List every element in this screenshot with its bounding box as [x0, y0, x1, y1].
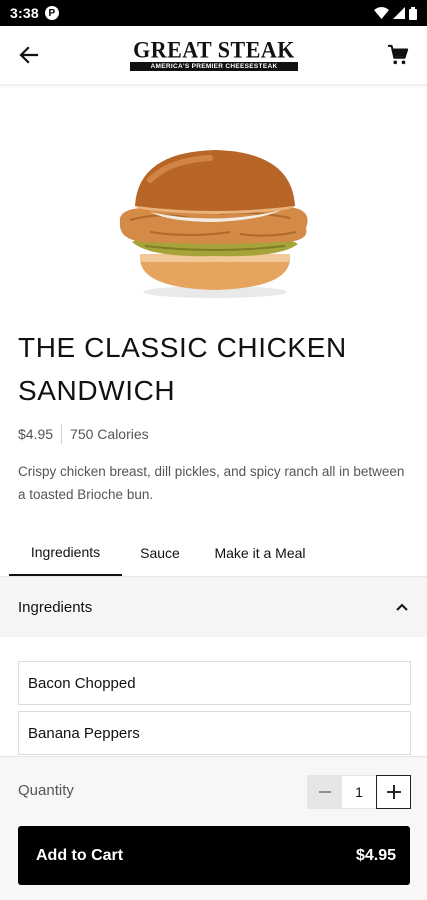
- notification-app-icon: P: [44, 6, 59, 20]
- status-icons: [374, 6, 417, 20]
- accordion-title: Ingredients: [18, 598, 93, 616]
- ingredients-accordion-header[interactable]: Ingredients: [0, 577, 427, 637]
- header-shadow: [0, 84, 427, 88]
- meta-divider: [61, 424, 63, 444]
- arrow-left-icon: [19, 46, 39, 64]
- product-title: THE CLASSIC CHICKEN SANDWICH: [18, 332, 347, 406]
- status-bar: 3:38 P: [0, 0, 427, 26]
- cart-button[interactable]: [383, 40, 413, 70]
- cart-icon: [387, 44, 409, 65]
- product-price: $4.95: [18, 426, 54, 442]
- product-calories: 750 Calories: [70, 426, 149, 442]
- back-button[interactable]: [14, 40, 44, 70]
- battery-icon: [409, 6, 417, 20]
- quantity-value: 1: [342, 775, 376, 809]
- add-to-cart-price: $4.95: [355, 846, 396, 864]
- quantity-stepper: 1: [307, 775, 411, 809]
- quantity-label: Quantity: [18, 782, 74, 799]
- ingredient-option-banana-peppers[interactable]: Banana Peppers: [18, 711, 411, 755]
- product-image: [119, 150, 308, 298]
- wifi-icon: [374, 7, 389, 19]
- tab-ingredients[interactable]: Ingredients: [9, 530, 122, 576]
- plus-icon: [386, 785, 401, 799]
- logo-text: GREAT STEAK: [133, 36, 295, 63]
- brand-logo: GREAT STEAK AMERICA'S PREMIER CHEESESTEA…: [129, 36, 299, 72]
- increase-quantity-button[interactable]: [376, 775, 411, 809]
- ingredient-option-bacon-chopped[interactable]: Bacon Chopped: [18, 661, 411, 705]
- minus-icon: [318, 791, 331, 793]
- customization-tabs: Ingredients Sauce Make it a Meal: [9, 530, 322, 576]
- status-time: 3:38: [10, 5, 39, 21]
- chevron-up-icon: [395, 600, 409, 614]
- tab-make-it-a-meal[interactable]: Make it a Meal: [198, 530, 322, 576]
- logo-tagline: AMERICA'S PREMIER CHEESESTEAK: [130, 62, 298, 71]
- app-header: GREAT STEAK AMERICA'S PREMIER CHEESESTEA…: [0, 26, 427, 84]
- decrease-quantity-button[interactable]: [307, 775, 342, 809]
- add-to-cart-label: Add to Cart: [36, 846, 124, 864]
- product-meta: $4.95 750 Calories: [18, 424, 149, 444]
- order-panel: Quantity 1 Add to Cart $4.95: [0, 756, 427, 900]
- tab-sauce[interactable]: Sauce: [122, 530, 198, 576]
- add-to-cart-button[interactable]: Add to Cart $4.95: [18, 826, 410, 885]
- signal-icon: [393, 7, 405, 19]
- product-description: Crispy chicken breast, dill pickles, and…: [18, 464, 405, 502]
